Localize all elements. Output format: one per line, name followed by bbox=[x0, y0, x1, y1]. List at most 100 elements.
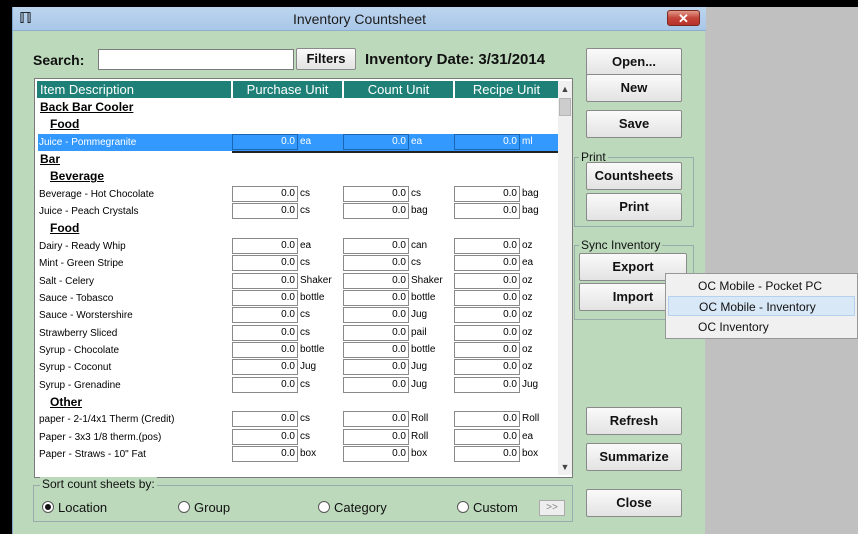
item-row[interactable]: Syrup - Grenadine 0.0 cs 0.0 Jug 0.0 Jug bbox=[38, 376, 558, 394]
count-qty-input[interactable]: 0.0 bbox=[343, 255, 409, 272]
column-header-item-description[interactable]: Item Description bbox=[37, 81, 233, 98]
item-row[interactable]: Beverage - Hot Chocolate 0.0 cs 0.0 cs 0.0 bag bbox=[38, 185, 558, 203]
recipe-qty-input[interactable]: 0.0 bbox=[454, 359, 520, 376]
item-row[interactable]: Salt - Celery 0.0 Shaker 0.0 Shaker 0.0 oz bbox=[38, 272, 558, 290]
radio-icon bbox=[178, 501, 190, 513]
item-row[interactable]: Paper - 3x3 1/8 therm.(pos) 0.0 cs 0.0 Roll 0… bbox=[38, 428, 558, 446]
filters-button[interactable]: Filters bbox=[296, 48, 356, 70]
purchase-qty-input[interactable]: 0.0 bbox=[232, 324, 298, 341]
column-header-count-unit[interactable]: Count Unit bbox=[344, 81, 455, 98]
purchase-qty-input[interactable]: 0.0 bbox=[232, 272, 298, 289]
column-header-purchase-unit[interactable]: Purchase Unit bbox=[233, 81, 344, 98]
item-row[interactable]: Strawberry Sliced 0.0 cs 0.0 pail 0.0 oz bbox=[38, 324, 558, 342]
item-row[interactable]: Sauce - Worstershire 0.0 cs 0.0 Jug 0.0 oz bbox=[38, 307, 558, 324]
close-window-button[interactable]: ✕ bbox=[667, 10, 700, 26]
purchase-qty-input[interactable]: 0.0 bbox=[232, 133, 298, 150]
location-label: Bar bbox=[40, 152, 61, 167]
new-button[interactable]: New bbox=[586, 74, 682, 102]
scroll-thumb[interactable] bbox=[559, 98, 571, 116]
count-qty-input[interactable]: 0.0 bbox=[343, 133, 409, 150]
recipe-qty-input[interactable]: 0.0 bbox=[454, 255, 520, 272]
item-description: Sauce - Worstershire bbox=[39, 310, 133, 322]
recipe-qty-input[interactable]: 0.0 bbox=[454, 237, 520, 254]
count-qty-input[interactable]: 0.0 bbox=[343, 324, 409, 341]
item-row[interactable]: Sauce - Tobasco 0.0 bottle 0.0 bottle 0.0 oz bbox=[38, 289, 558, 307]
count-qty-input[interactable]: 0.0 bbox=[343, 307, 409, 324]
scroll-down-arrow-icon[interactable]: ▼ bbox=[558, 459, 572, 475]
save-button[interactable]: Save bbox=[586, 110, 682, 138]
count-qty-input[interactable]: 0.0 bbox=[343, 359, 409, 376]
recipe-qty-input[interactable]: 0.0 bbox=[454, 446, 520, 462]
item-description: Strawberry Sliced bbox=[39, 327, 118, 339]
sort-radio-location[interactable]: Location bbox=[42, 500, 107, 515]
item-row[interactable]: Dairy - Ready Whip 0.0 ea 0.0 can 0.0 oz bbox=[38, 237, 558, 255]
item-row[interactable]: Paper - Straws - 10" Fat 0.0 box 0.0 box 0.0 b… bbox=[38, 446, 558, 463]
column-header-recipe-unit[interactable]: Recipe Unit bbox=[455, 81, 558, 98]
recipe-qty-input[interactable]: 0.0 bbox=[454, 428, 520, 445]
purchase-qty-input[interactable]: 0.0 bbox=[232, 359, 298, 376]
grid-scrollbar[interactable]: ▲ ▼ bbox=[558, 81, 572, 475]
recipe-qty-input[interactable]: 0.0 bbox=[454, 307, 520, 324]
item-row[interactable]: Syrup - Chocolate 0.0 bottle 0.0 bottle 0.0 oz bbox=[38, 341, 558, 359]
purchase-qty-input[interactable]: 0.0 bbox=[232, 341, 298, 358]
recipe-qty-input[interactable]: 0.0 bbox=[454, 272, 520, 289]
purchase-qty-input[interactable]: 0.0 bbox=[232, 203, 298, 220]
count-qty-input[interactable]: 0.0 bbox=[343, 203, 409, 220]
item-row[interactable]: paper - 2-1/4x1 Therm (Credit) 0.0 cs 0.0 Ro… bbox=[38, 411, 558, 428]
custom-sort-button[interactable]: >> bbox=[539, 500, 565, 516]
open-button[interactable]: Open... bbox=[586, 48, 682, 76]
scroll-up-arrow-icon[interactable]: ▲ bbox=[558, 81, 572, 97]
count-qty-input[interactable]: 0.0 bbox=[343, 185, 409, 202]
count-qty-input[interactable]: 0.0 bbox=[343, 446, 409, 462]
title-bar[interactable]: ℿ Inventory Countsheet ✕ bbox=[13, 7, 706, 31]
print-button[interactable]: Print bbox=[586, 193, 682, 221]
item-row[interactable]: Syrup - Coconut 0.0 Jug 0.0 Jug 0.0 oz bbox=[38, 359, 558, 376]
item-description: Mint - Green Stripe bbox=[39, 258, 124, 270]
purchase-qty-input[interactable]: 0.0 bbox=[232, 446, 298, 462]
purchase-qty-input[interactable]: 0.0 bbox=[232, 376, 298, 393]
window-title: Inventory Countsheet bbox=[292, 11, 427, 27]
count-unit: cs bbox=[411, 187, 421, 199]
close-button[interactable]: Close bbox=[586, 489, 682, 517]
recipe-unit: ml bbox=[522, 135, 533, 147]
purchase-qty-input[interactable]: 0.0 bbox=[232, 428, 298, 445]
purchase-qty-input[interactable]: 0.0 bbox=[232, 411, 298, 428]
count-qty-input[interactable]: 0.0 bbox=[343, 428, 409, 445]
item-row[interactable]: Juice - Peach Crystals 0.0 cs 0.0 bag 0.0 bag bbox=[38, 203, 558, 220]
recipe-qty-input[interactable]: 0.0 bbox=[454, 376, 520, 393]
sort-radio-custom[interactable]: Custom bbox=[457, 500, 518, 515]
menu-item-oc-mobile-pocket-pc[interactable]: OC Mobile - Pocket PC bbox=[668, 276, 855, 296]
item-row[interactable]: Juice - Pommegranite 0.0 ea 0.0 ea 0.0 ml bbox=[38, 133, 558, 153]
item-row[interactable]: Mint - Green Stripe 0.0 cs 0.0 cs 0.0 ea bbox=[38, 255, 558, 272]
count-qty-input[interactable]: 0.0 bbox=[343, 411, 409, 428]
purchase-qty-input[interactable]: 0.0 bbox=[232, 255, 298, 272]
purchase-unit: box bbox=[300, 448, 317, 459]
purchase-qty-input[interactable]: 0.0 bbox=[232, 237, 298, 254]
recipe-qty-input[interactable]: 0.0 bbox=[454, 324, 520, 341]
summarize-button[interactable]: Summarize bbox=[586, 443, 682, 471]
purchase-qty-input[interactable]: 0.0 bbox=[232, 307, 298, 324]
count-unit: Roll bbox=[411, 413, 429, 425]
sort-radio-group[interactable]: Group bbox=[178, 500, 230, 515]
purchase-qty-input[interactable]: 0.0 bbox=[232, 185, 298, 202]
recipe-qty-input[interactable]: 0.0 bbox=[454, 185, 520, 202]
sort-radio-category[interactable]: Category bbox=[318, 500, 387, 515]
refresh-button[interactable]: Refresh bbox=[586, 407, 682, 435]
purchase-unit: cs bbox=[300, 309, 310, 321]
count-qty-input[interactable]: 0.0 bbox=[343, 272, 409, 289]
count-qty-input[interactable]: 0.0 bbox=[343, 341, 409, 358]
countsheets-button[interactable]: Countsheets bbox=[586, 162, 682, 190]
count-qty-input[interactable]: 0.0 bbox=[343, 237, 409, 254]
count-unit: bottle bbox=[411, 343, 436, 355]
recipe-qty-input[interactable]: 0.0 bbox=[454, 341, 520, 358]
search-input[interactable] bbox=[98, 49, 294, 70]
purchase-qty-input[interactable]: 0.0 bbox=[232, 289, 298, 306]
menu-item-oc-mobile-inventory[interactable]: OC Mobile - Inventory bbox=[668, 296, 855, 316]
recipe-qty-input[interactable]: 0.0 bbox=[454, 133, 520, 150]
recipe-qty-input[interactable]: 0.0 bbox=[454, 289, 520, 306]
recipe-qty-input[interactable]: 0.0 bbox=[454, 203, 520, 220]
recipe-qty-input[interactable]: 0.0 bbox=[454, 411, 520, 428]
menu-item-oc-inventory[interactable]: OC Inventory bbox=[668, 317, 855, 337]
count-qty-input[interactable]: 0.0 bbox=[343, 376, 409, 393]
count-qty-input[interactable]: 0.0 bbox=[343, 289, 409, 306]
